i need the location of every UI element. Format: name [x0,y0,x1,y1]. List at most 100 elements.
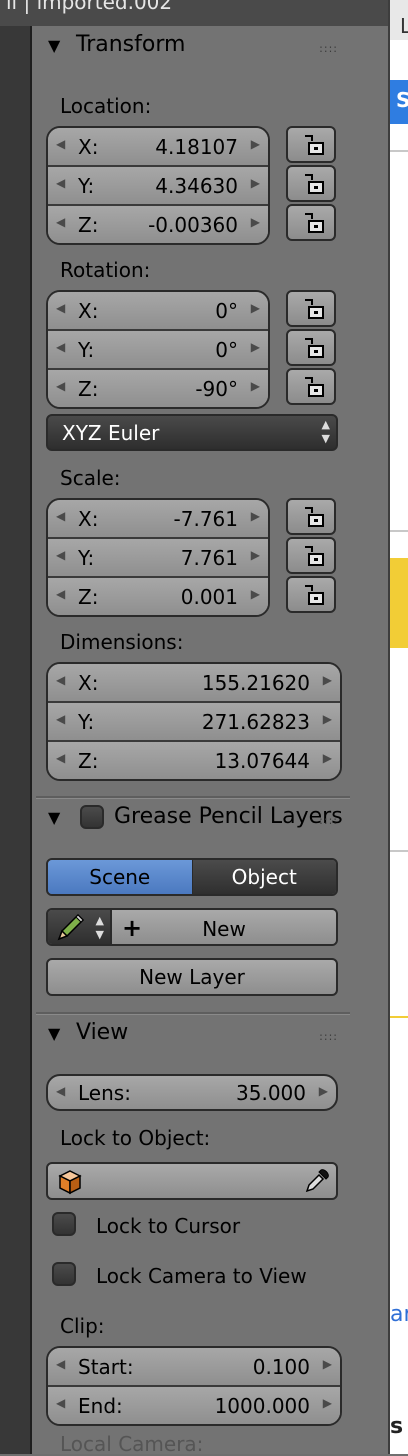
arrow-left-icon[interactable]: ◀ [56,509,65,523]
drag-grip-icon[interactable]: :::: [319,1030,338,1043]
rotation-mode-value: XYZ Euler [62,421,160,445]
location-z-field[interactable]: ◀ Z: -0.00360 ▶ [48,204,268,243]
lock-rotation-y-button[interactable] [286,329,336,366]
field-value: 0.001 [180,585,238,609]
viewport-edge: L Sig ar s [388,0,408,1454]
viewport-blue-button[interactable]: Sig [390,80,408,124]
arrow-right-icon[interactable]: ▶ [323,1396,332,1410]
axis-label: Z: [78,749,99,773]
arrow-right-icon[interactable]: ▶ [251,215,260,229]
lock-location-x-button[interactable] [286,126,336,163]
field-value: 0° [215,338,238,362]
arrow-left-icon[interactable]: ◀ [56,1396,65,1410]
arrow-right-icon[interactable]: ▶ [251,340,260,354]
arrow-left-icon[interactable]: ◀ [56,137,65,151]
unlock-icon [305,377,324,397]
lock-camera-checkbox[interactable] [52,1262,76,1286]
pencil-icon [57,913,85,941]
field-value: 0° [215,299,238,323]
location-y-field[interactable]: ◀ Y: 4.34630 ▶ [48,165,268,204]
scale-z-field[interactable]: ◀ Z: 0.001 ▶ [48,576,268,615]
arrow-right-icon[interactable]: ▶ [323,673,332,687]
rotation-z-field[interactable]: ◀ Z: -90° ▶ [48,368,268,407]
grease-pencil-enable-checkbox[interactable] [80,805,104,829]
lock-location-y-button[interactable] [286,165,336,202]
arrow-right-icon[interactable]: ▶ [319,1084,328,1098]
arrow-left-icon[interactable]: ◀ [56,301,65,315]
arrow-left-icon[interactable]: ◀ [56,673,65,687]
updown-arrows-icon: ▲ ▼ [95,914,104,941]
scale-y-field[interactable]: ◀ Y: 7.761 ▶ [48,537,268,576]
arrow-left-icon[interactable]: ◀ [56,379,65,393]
drag-grip-icon[interactable]: :::: [319,42,338,55]
grease-pencil-panel-header[interactable]: ▼ Grease Pencil Layers :::: [36,802,350,836]
scale-x-field[interactable]: ◀ X: -7.761 ▶ [48,500,268,537]
arrow-right-icon[interactable]: ▶ [323,712,332,726]
location-label: Location: [60,94,152,118]
collapse-triangle-icon[interactable]: ▼ [48,36,60,55]
transform-panel-header[interactable]: ▼ Transform :::: [36,30,350,64]
rotation-y-field[interactable]: ◀ Y: 0° ▶ [48,329,268,368]
tab-object[interactable]: Object [192,860,336,894]
scale-label: Scale: [60,466,121,490]
clip-end-field[interactable]: ◀ End: 1000.000 ▶ [48,1385,340,1424]
lens-field[interactable]: ◀ Lens: 35.000 ▶ [46,1074,338,1111]
arrow-right-icon[interactable]: ▶ [251,548,260,562]
dimensions-z-field[interactable]: ◀ Z: 13.07644 ▶ [48,740,340,779]
dimensions-label: Dimensions: [60,630,184,654]
cube-icon [58,1170,82,1195]
window-title: ıl | imported.002 [6,0,173,14]
view-panel-header[interactable]: ▼ View :::: [36,1018,350,1052]
arrow-right-icon[interactable]: ▶ [323,1357,332,1371]
arrow-left-icon[interactable]: ◀ [56,215,65,229]
tab-scene[interactable]: Scene [48,860,193,894]
new-grease-pencil-button[interactable]: + New [112,910,336,944]
arrow-left-icon[interactable]: ◀ [56,751,65,765]
lock-scale-y-button[interactable] [286,537,336,574]
arrow-right-icon[interactable]: ▶ [251,379,260,393]
lock-rotation-z-button[interactable] [286,368,336,405]
clip-start-field[interactable]: ◀ Start: 0.100 ▶ [48,1348,340,1385]
arrow-left-icon[interactable]: ◀ [56,340,65,354]
unlock-icon [305,299,324,319]
arrow-left-icon[interactable]: ◀ [56,548,65,562]
scale-fields: ◀ X: -7.761 ▶ ◀ Y: 7.761 ▶ ◀ Z: 0.001 ▶ [46,498,270,617]
lock-to-cursor-checkbox[interactable] [52,1212,76,1236]
lock-location-z-button[interactable] [286,204,336,241]
lock-scale-x-button[interactable] [286,498,336,535]
rotation-mode-dropdown[interactable]: XYZ Euler ▲ ▼ [46,414,338,451]
lens-label: Lens: [78,1081,131,1105]
arrow-right-icon[interactable]: ▶ [251,301,260,315]
arrow-right-icon[interactable]: ▶ [251,509,260,523]
arrow-right-icon[interactable]: ▶ [251,176,260,190]
arrow-left-icon[interactable]: ◀ [56,1357,65,1371]
drag-grip-icon[interactable]: :::: [319,814,338,827]
arrow-right-icon[interactable]: ▶ [251,587,260,601]
lock-object-field[interactable] [46,1162,338,1200]
lock-rotation-x-button[interactable] [286,290,336,327]
new-label: New [202,917,246,941]
location-x-field[interactable]: ◀ X: 4.18107 ▶ [48,128,268,165]
viewport-top-bar: L [390,0,408,40]
unlock-icon [305,585,324,605]
pencil-browse-button[interactable]: ▲ ▼ [48,910,112,944]
collapse-triangle-icon[interactable]: ▼ [48,808,60,827]
clip-start-value: 0.100 [252,1355,310,1379]
new-layer-button[interactable]: New Layer [46,958,338,996]
clip-fields: ◀ Start: 0.100 ▶ ◀ End: 1000.000 ▶ [46,1346,342,1426]
axis-label: Y: [78,546,95,570]
arrow-left-icon[interactable]: ◀ [56,587,65,601]
clip-end-label: End: [78,1394,123,1418]
arrow-right-icon[interactable]: ▶ [251,137,260,151]
collapse-triangle-icon[interactable]: ▼ [48,1024,60,1043]
arrow-left-icon[interactable]: ◀ [56,176,65,190]
dimensions-x-field[interactable]: ◀ X: 155.21620 ▶ [48,664,340,701]
arrow-left-icon[interactable]: ◀ [56,1084,65,1098]
rotation-x-field[interactable]: ◀ X: 0° ▶ [48,292,268,329]
arrow-left-icon[interactable]: ◀ [56,712,65,726]
arrow-right-icon[interactable]: ▶ [323,751,332,765]
location-locks [286,126,338,243]
lock-scale-z-button[interactable] [286,576,336,613]
panel-separator [36,796,350,799]
dimensions-y-field[interactable]: ◀ Y: 271.62823 ▶ [48,701,340,740]
